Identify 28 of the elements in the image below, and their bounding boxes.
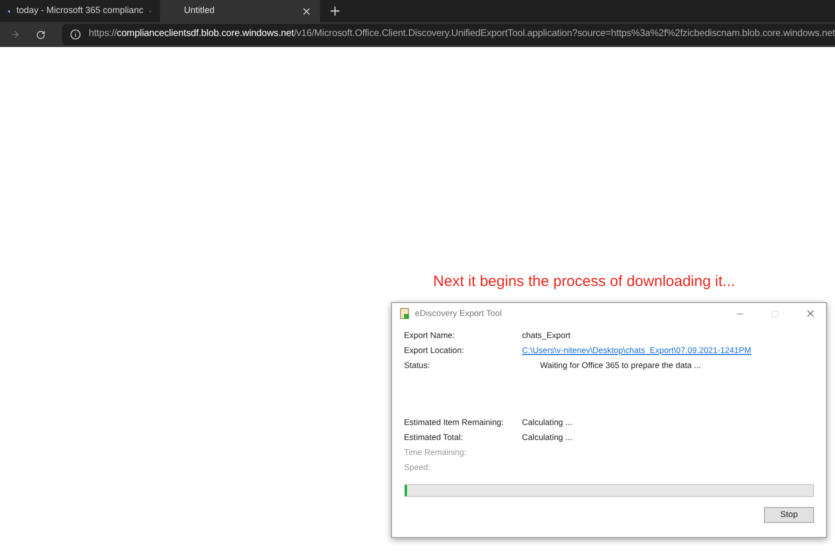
close-icon[interactable] — [805, 308, 816, 319]
field-label: Time Remaining: — [404, 446, 468, 458]
tab-title: Untitled — [183, 4, 216, 18]
app-icon — [400, 308, 409, 319]
field-label: Estimated Item Remaining: — [404, 416, 505, 428]
info-icon — [70, 29, 81, 40]
field-value: Calculating ... — [522, 430, 572, 444]
location-link[interactable]: C:\Users\v-nitenev\Desktop\chats_Export\07.09.2021-1241PM — [522, 344, 752, 356]
tab-title: today - Microsoft 365 complianc — [16, 4, 144, 18]
close-icon[interactable] — [301, 6, 312, 16]
field-label: Export Location: — [404, 344, 465, 356]
new-tab-icon[interactable] — [328, 4, 342, 18]
field-label: Status: — [404, 358, 431, 372]
reload-icon[interactable] — [36, 28, 46, 40]
status-text: Waiting for Office 365 to prepare the data ... — [540, 358, 701, 372]
field-value: Calculating ... — [522, 416, 572, 428]
forward-icon[interactable] — [10, 28, 20, 41]
url-text: https://complianceclientsdf.blob.core.windows.net/v16/Microsoft.Office.Client.Discovery.UnifiedExportTool.application?source=https%3a%2f%2fzicbediscnam.blob.core.windows.net — [88, 27, 835, 42]
stop-button[interactable]: Stop — [764, 506, 814, 522]
field-label: Export Name: — [404, 328, 456, 342]
field-label: Speed: — [404, 460, 432, 474]
browser-tab[interactable]: today - Microsoft 365 complianc — [0, 0, 160, 22]
address-bar[interactable]: https://complianceclientsdf.blob.core.windows.net/v16/Microsoft.Office.Client.Discovery.UnifiedExportTool.application?source=https%3a%2f%2fzicbediscnam.blob.core.windows.net — [62, 24, 835, 45]
dialog-title: eDiscovery Export Tool — [415, 307, 503, 320]
browser-tab[interactable]: Untitled — [160, 0, 320, 22]
field-value: chats_Export — [522, 328, 570, 342]
annotation-text: Next it begins the process of downloading it... — [433, 272, 735, 292]
field-label: Estimated Total: — [404, 430, 464, 444]
